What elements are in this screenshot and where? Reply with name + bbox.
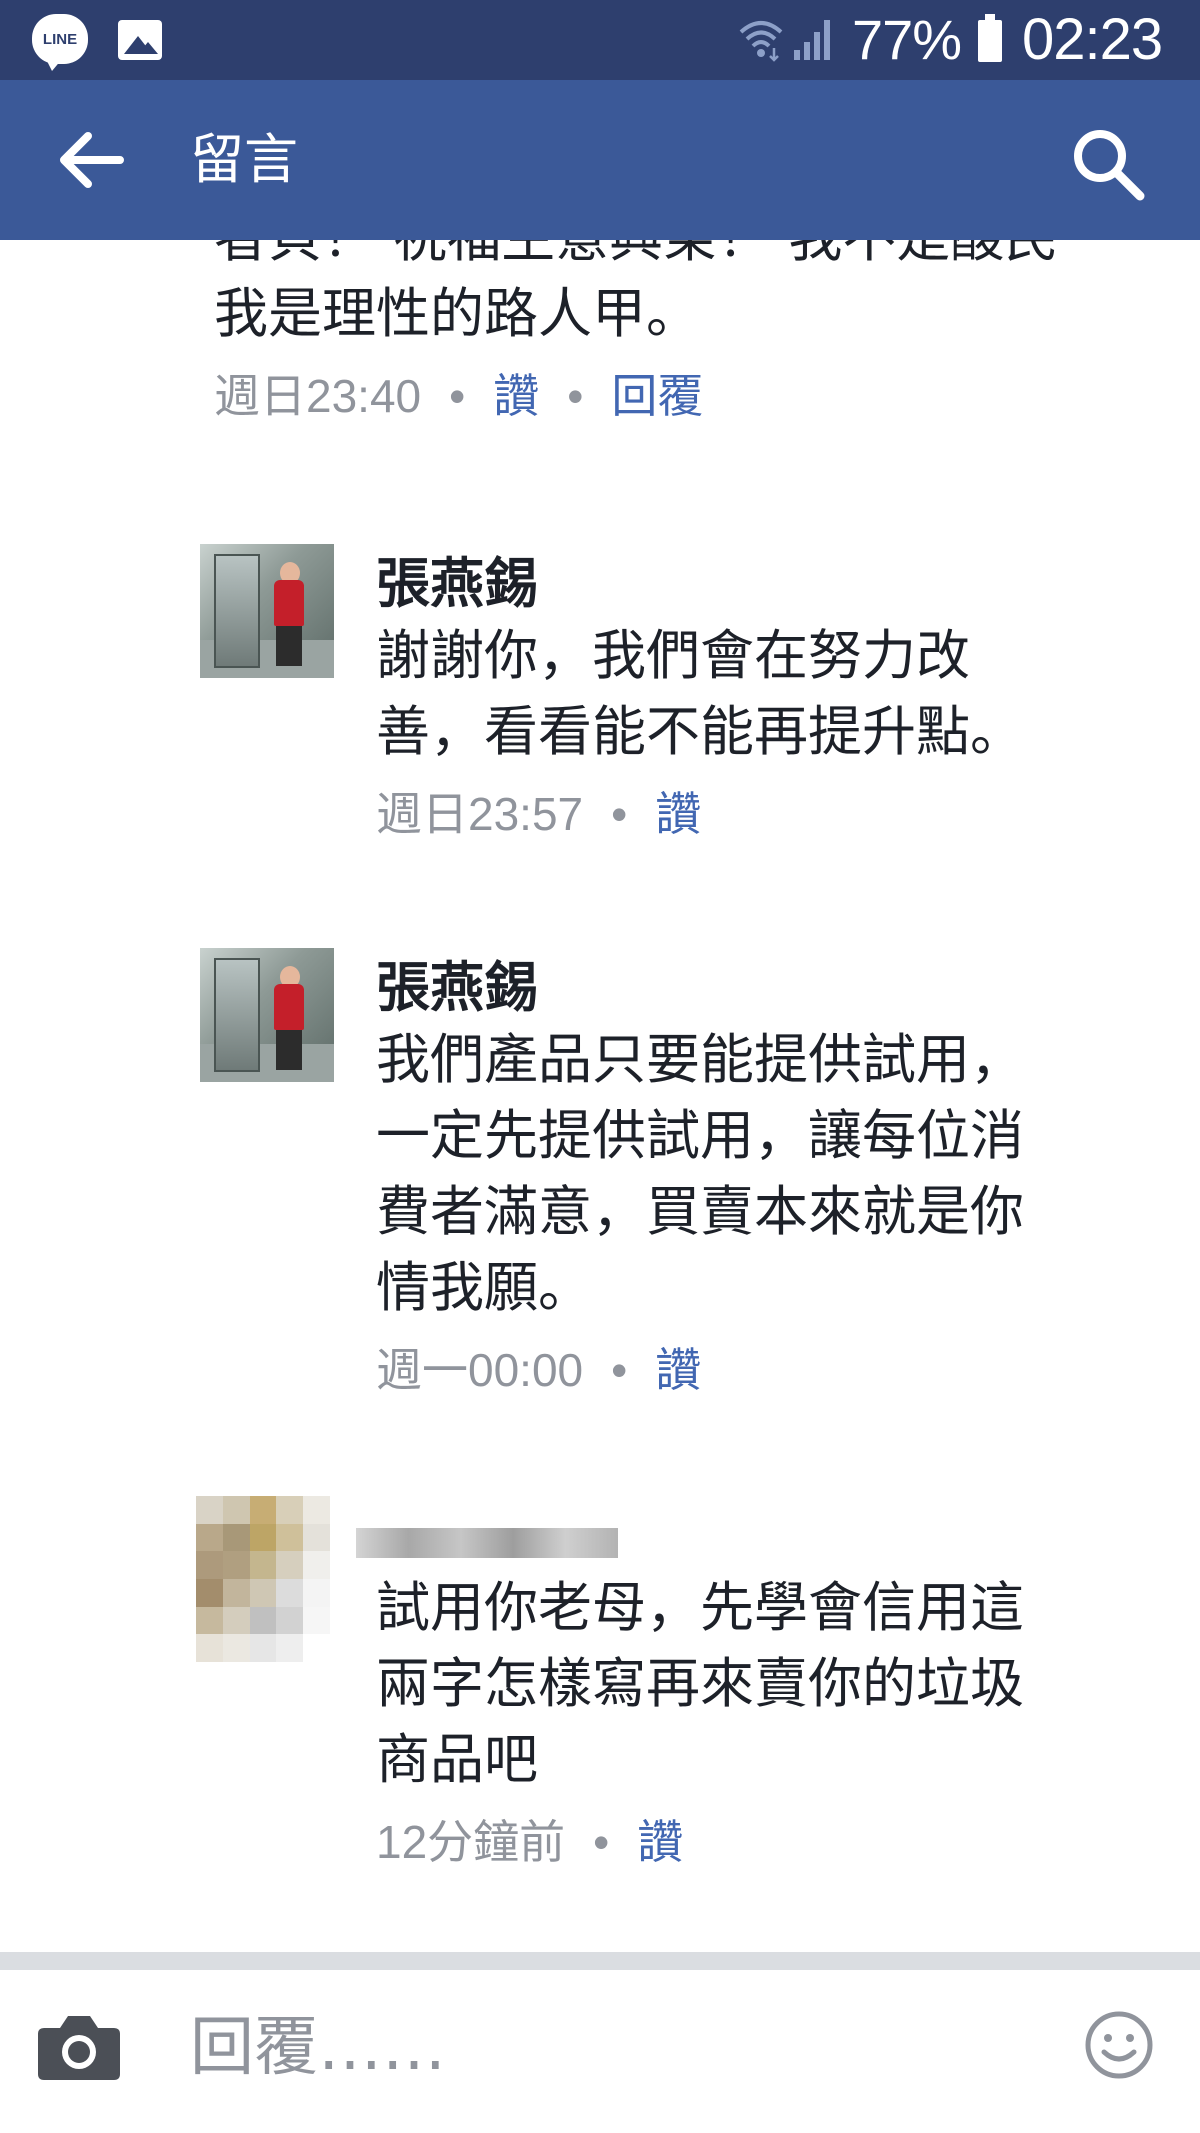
page-title: 留言 [190,128,298,191]
battery-icon [978,14,1002,62]
comment-author-blurred[interactable] [356,1528,618,1558]
comment-text-line: 我們產品只要能提供試用， [376,1028,1024,1091]
separator-dot: • [593,1816,610,1868]
reply-bar: 回覆…… [0,1970,1200,2133]
comment-meta: 12分鐘前 • 讚 [376,1814,1176,1870]
app-bar: 留言 [0,80,1200,240]
comment-text: 我們產品只要能提供試用， 一定先提供試用，讓每位消 費者滿意，買賣本來就是你 情… [376,1022,1176,1326]
line-icon: LINE [32,14,88,71]
comment-text-line: 一定先提供試用，讓每位消 [376,1104,1024,1167]
comment-text-line: 兩字怎樣寫再來賣你的垃圾 [376,1652,1024,1715]
comment-text: 試用你老母，先學會信用這 兩字怎樣寫再來賣你的垃圾 商品吧 [376,1570,1176,1798]
comment-text-line: 謝謝你，我們會在努力改 [376,624,970,687]
separator-dot: • [611,1344,628,1396]
comment-author[interactable]: 張燕錫 [376,954,1176,1022]
comment-text-line: 我是理性的路人甲。 [214,282,700,345]
avatar[interactable] [200,544,334,678]
separator-dot: • [567,370,584,422]
clock: 02:23 [1022,7,1163,72]
comment-time: 週一00:00 [376,1344,584,1396]
comment-meta: 週一00:00 • 讚 [376,1342,1176,1398]
camera-icon[interactable] [36,2010,122,2082]
comment-item: 試用你老母，先學會信用這 兩字怎樣寫再來賣你的垃圾 商品吧 12分鐘前 • 讚 [376,1570,1176,1870]
comment-list: 者貝！ 祝福生意興榮！ 我不是酸民 我是理性的路人甲。 週日23:40 • 讚 • 回覆… [0,240,1200,1950]
comment-author[interactable]: 張燕錫 [376,550,1176,618]
wifi-icon [739,21,783,62]
comment-time: 週日23:57 [376,788,584,840]
separator-dot: • [449,370,466,422]
comment-text-line: 情我願。 [376,1256,592,1319]
like-button[interactable]: 讚 [637,1816,683,1868]
separator-dot: • [611,788,628,840]
back-arrow-icon[interactable] [56,128,126,192]
avatar[interactable] [196,1496,330,1662]
image-icon [118,20,162,60]
comment-meta: 週日23:57 • 讚 [376,786,1176,842]
comment-text: 謝謝你，我們會在努力改 善，看看能不能再提升點。 [376,618,1176,770]
signal-icon [794,20,830,60]
comment-meta: 週日23:40 • 讚 • 回覆 [214,368,1174,424]
comment-item: 張燕錫 謝謝你，我們會在努力改 善，看看能不能再提升點。 週日23:57 • 讚 [376,550,1176,842]
like-button[interactable]: 讚 [655,788,701,840]
line-icon-label: LINE [42,30,78,48]
battery-percent: 77% [852,8,962,71]
like-button[interactable]: 讚 [655,1344,701,1396]
comment-time: 週日23:40 [214,370,422,422]
divider [0,1952,1200,1970]
like-button[interactable]: 讚 [493,370,539,422]
reply-input[interactable]: 回覆…… [190,2010,446,2086]
comment-text-line: 商品吧 [376,1728,538,1791]
comment-text-line: 者貝！ 祝福生意興榮！ 我不是酸民 [214,240,1174,276]
comment-text: 者貝！ 祝福生意興榮！ 我不是酸民 我是理性的路人甲。 [214,240,1174,352]
comment-item: 者貝！ 祝福生意興榮！ 我不是酸民 我是理性的路人甲。 週日23:40 • 讚 • 回覆 [214,240,1174,424]
smiley-icon[interactable] [1084,2010,1154,2080]
status-bar: LINE 77% 02:23 [0,0,1200,80]
comment-time: 12分鐘前 [376,1816,566,1868]
avatar[interactable] [200,948,334,1082]
comment-text-line: 費者滿意，買賣本來就是你 [376,1180,1024,1243]
search-icon[interactable] [1068,124,1148,204]
comment-item: 張燕錫 我們產品只要能提供試用， 一定先提供試用，讓每位消 費者滿意，買賣本來就… [376,954,1176,1398]
comment-text-line: 善，看看能不能再提升點。 [376,700,1024,763]
reply-button[interactable]: 回覆 [611,370,703,422]
comment-text-line: 試用你老母，先學會信用這 [376,1576,1024,1639]
